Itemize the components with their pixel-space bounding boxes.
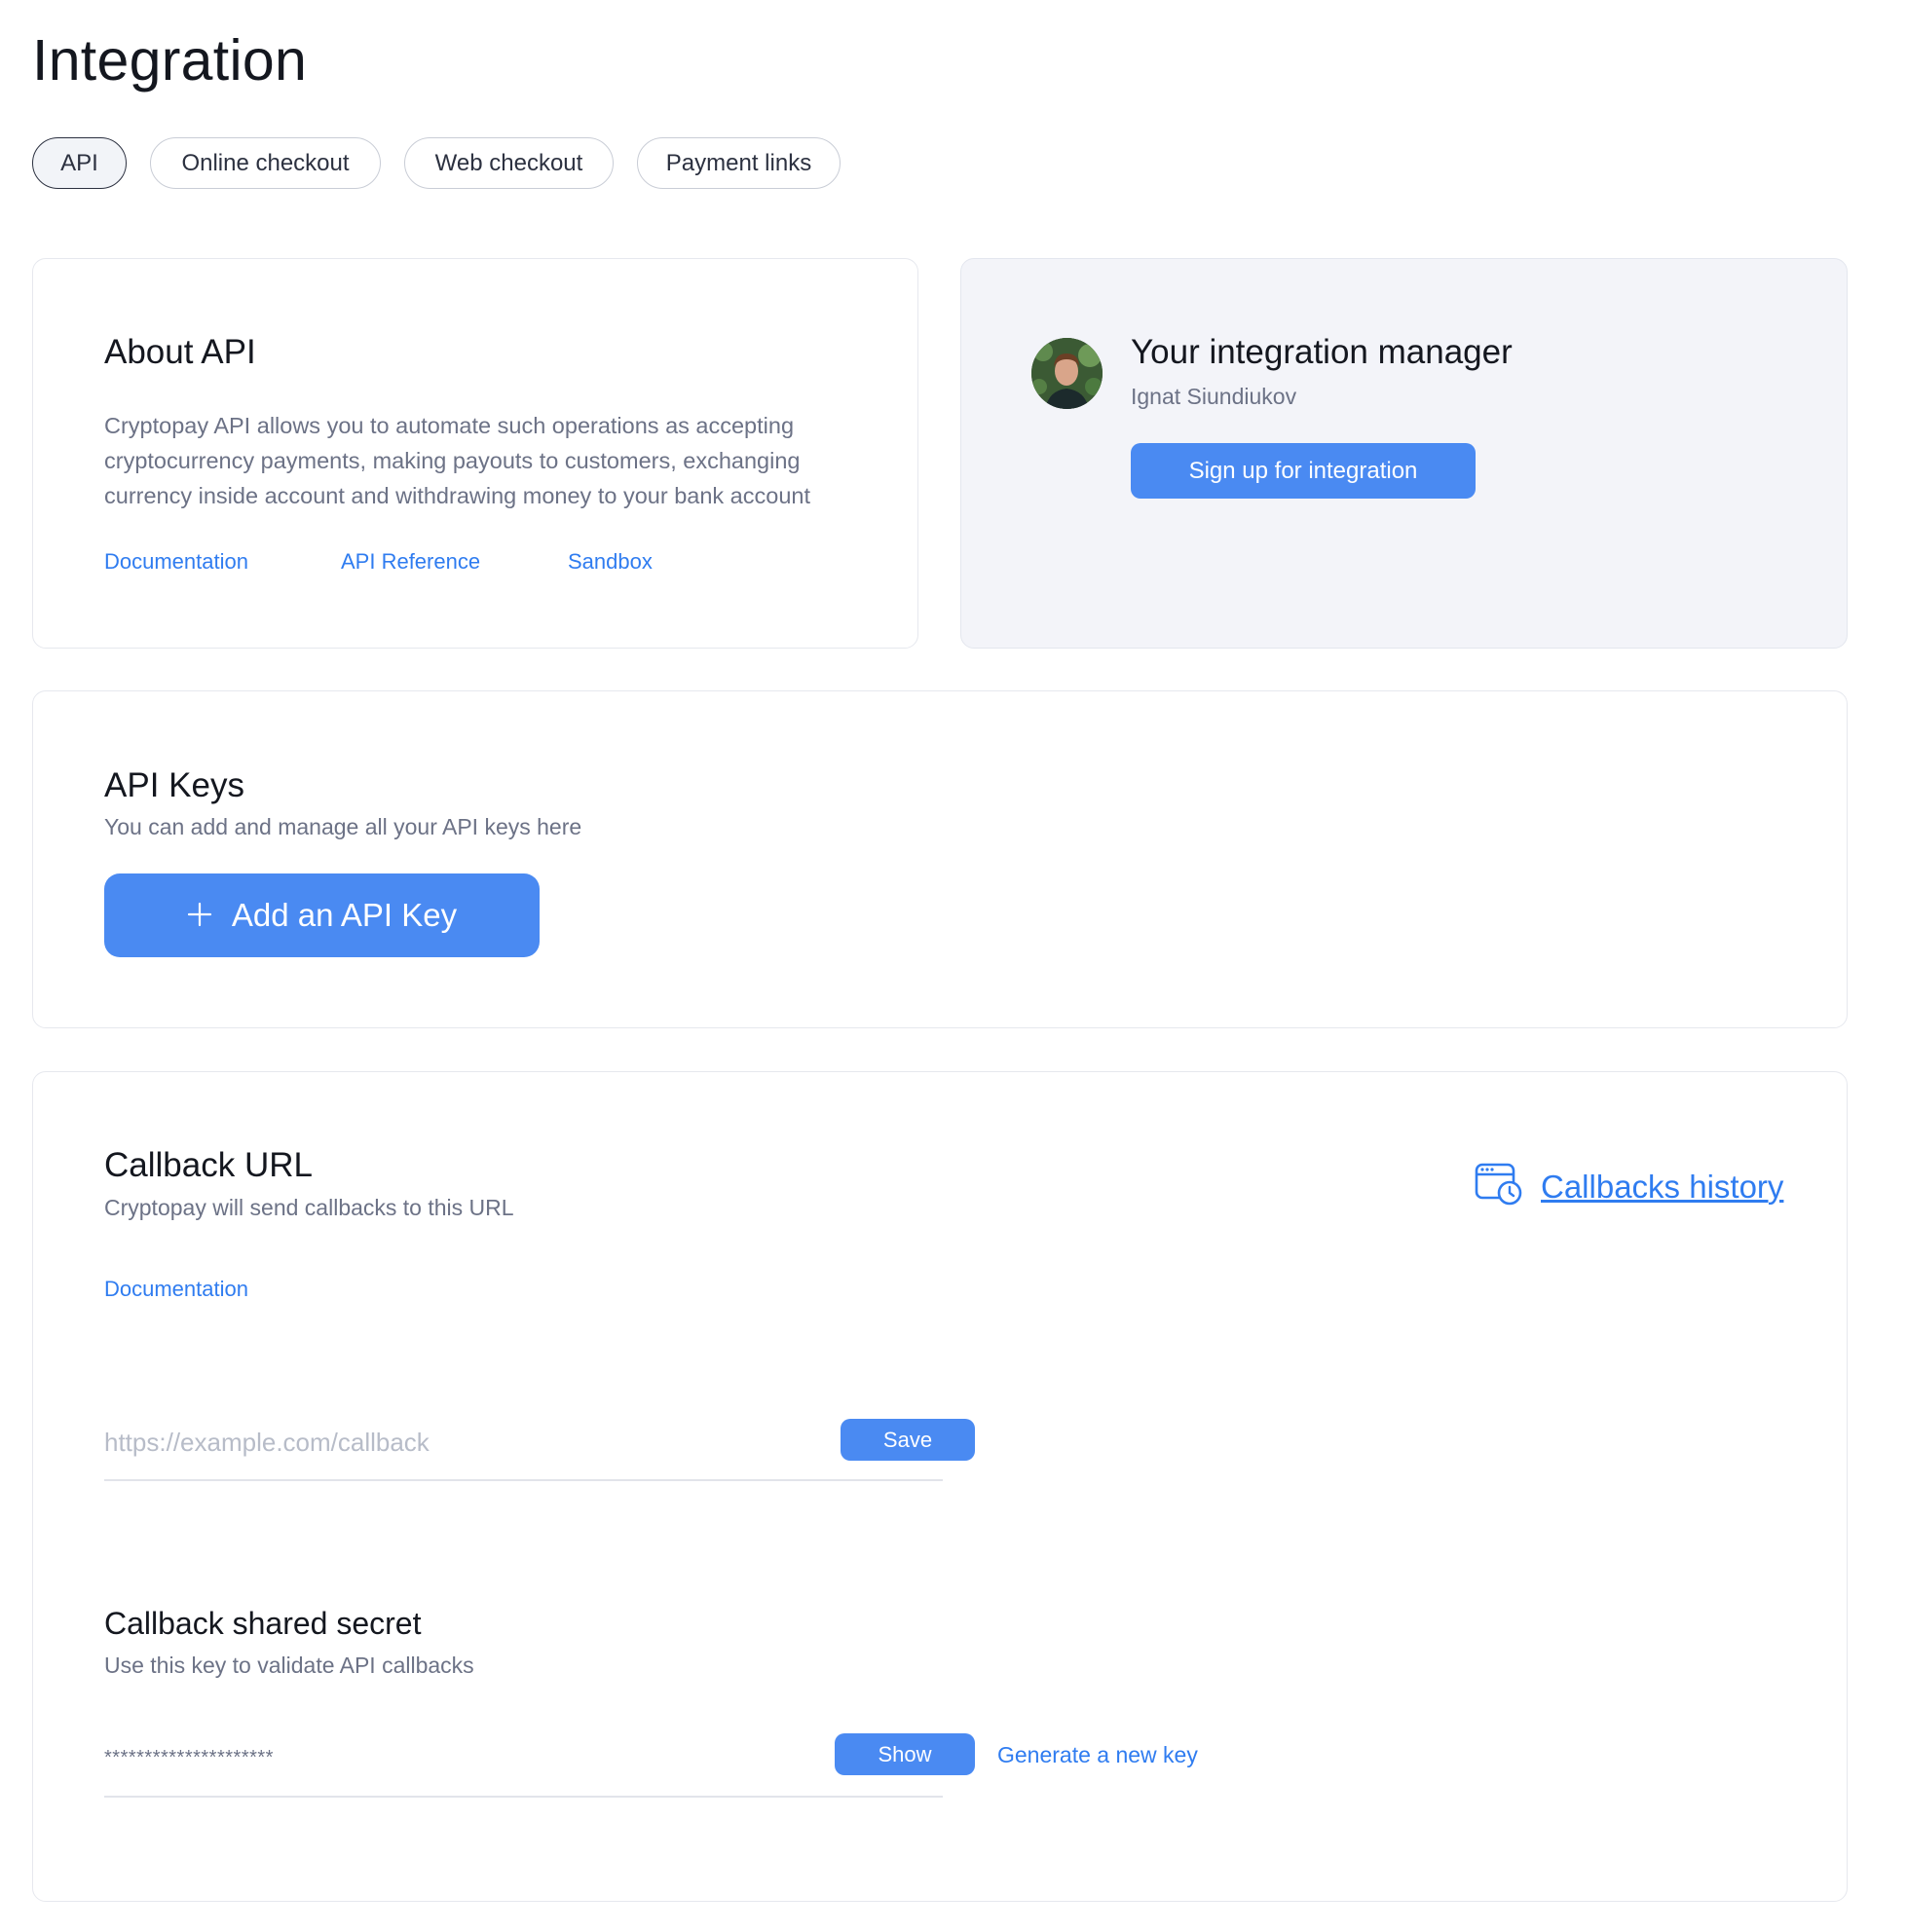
callbacks-history-link[interactable]: Callbacks history bbox=[1475, 1162, 1783, 1211]
tab-bar: API Online checkout Web checkout Payment… bbox=[32, 137, 864, 189]
sandbox-link[interactable]: Sandbox bbox=[568, 549, 653, 575]
shared-secret-subtitle: Use this key to validate API callbacks bbox=[104, 1653, 474, 1678]
api-keys-title: API Keys bbox=[104, 766, 244, 804]
signup-integration-button[interactable]: Sign up for integration bbox=[1131, 443, 1476, 499]
tab-api[interactable]: API bbox=[32, 137, 127, 189]
save-button[interactable]: Save bbox=[841, 1419, 975, 1461]
add-api-key-button[interactable]: Add an API Key bbox=[104, 873, 540, 957]
shared-secret-title: Callback shared secret bbox=[104, 1606, 422, 1641]
callback-url-field: Save bbox=[104, 1413, 975, 1481]
avatar bbox=[1031, 338, 1103, 409]
manager-title: Your integration manager bbox=[1131, 333, 1513, 371]
show-secret-button[interactable]: Show bbox=[835, 1733, 975, 1775]
shared-secret-field: ********************* Show bbox=[104, 1728, 975, 1798]
callback-url-subtitle: Cryptopay will send callbacks to this UR… bbox=[104, 1195, 514, 1220]
manager-name: Ignat Siundiukov bbox=[1131, 384, 1297, 409]
tab-online-checkout[interactable]: Online checkout bbox=[150, 137, 381, 189]
tab-payment-links[interactable]: Payment links bbox=[637, 137, 841, 189]
callback-url-title: Callback URL bbox=[104, 1146, 313, 1184]
about-api-description: Cryptopay API allows you to automate suc… bbox=[104, 413, 810, 508]
api-keys-card: API Keys You can add and manage all your… bbox=[32, 690, 1848, 1028]
documentation-link[interactable]: Documentation bbox=[104, 549, 248, 575]
callbacks-history-label: Callbacks history bbox=[1541, 1168, 1784, 1205]
tab-web-checkout[interactable]: Web checkout bbox=[404, 137, 614, 189]
calendar-clock-icon bbox=[1475, 1162, 1523, 1211]
callback-card: Callback URL Cryptopay will send callbac… bbox=[32, 1071, 1848, 1902]
add-api-key-label: Add an API Key bbox=[231, 897, 458, 933]
callback-documentation-link[interactable]: Documentation bbox=[104, 1277, 248, 1302]
api-reference-link[interactable]: API Reference bbox=[341, 549, 480, 575]
plus-icon bbox=[187, 895, 212, 937]
integration-manager-card: Your integration manager Ignat Siundiuko… bbox=[960, 258, 1848, 649]
about-api-card: About API Cryptopay API allows you to au… bbox=[32, 258, 918, 649]
page-title: Integration bbox=[32, 28, 308, 93]
api-keys-subtitle: You can add and manage all your API keys… bbox=[104, 814, 582, 839]
about-api-title: About API bbox=[104, 333, 256, 371]
generate-new-key-link[interactable]: Generate a new key bbox=[997, 1742, 1198, 1768]
masked-secret: ********************* bbox=[104, 1747, 274, 1768]
callback-url-input[interactable] bbox=[104, 1423, 650, 1462]
